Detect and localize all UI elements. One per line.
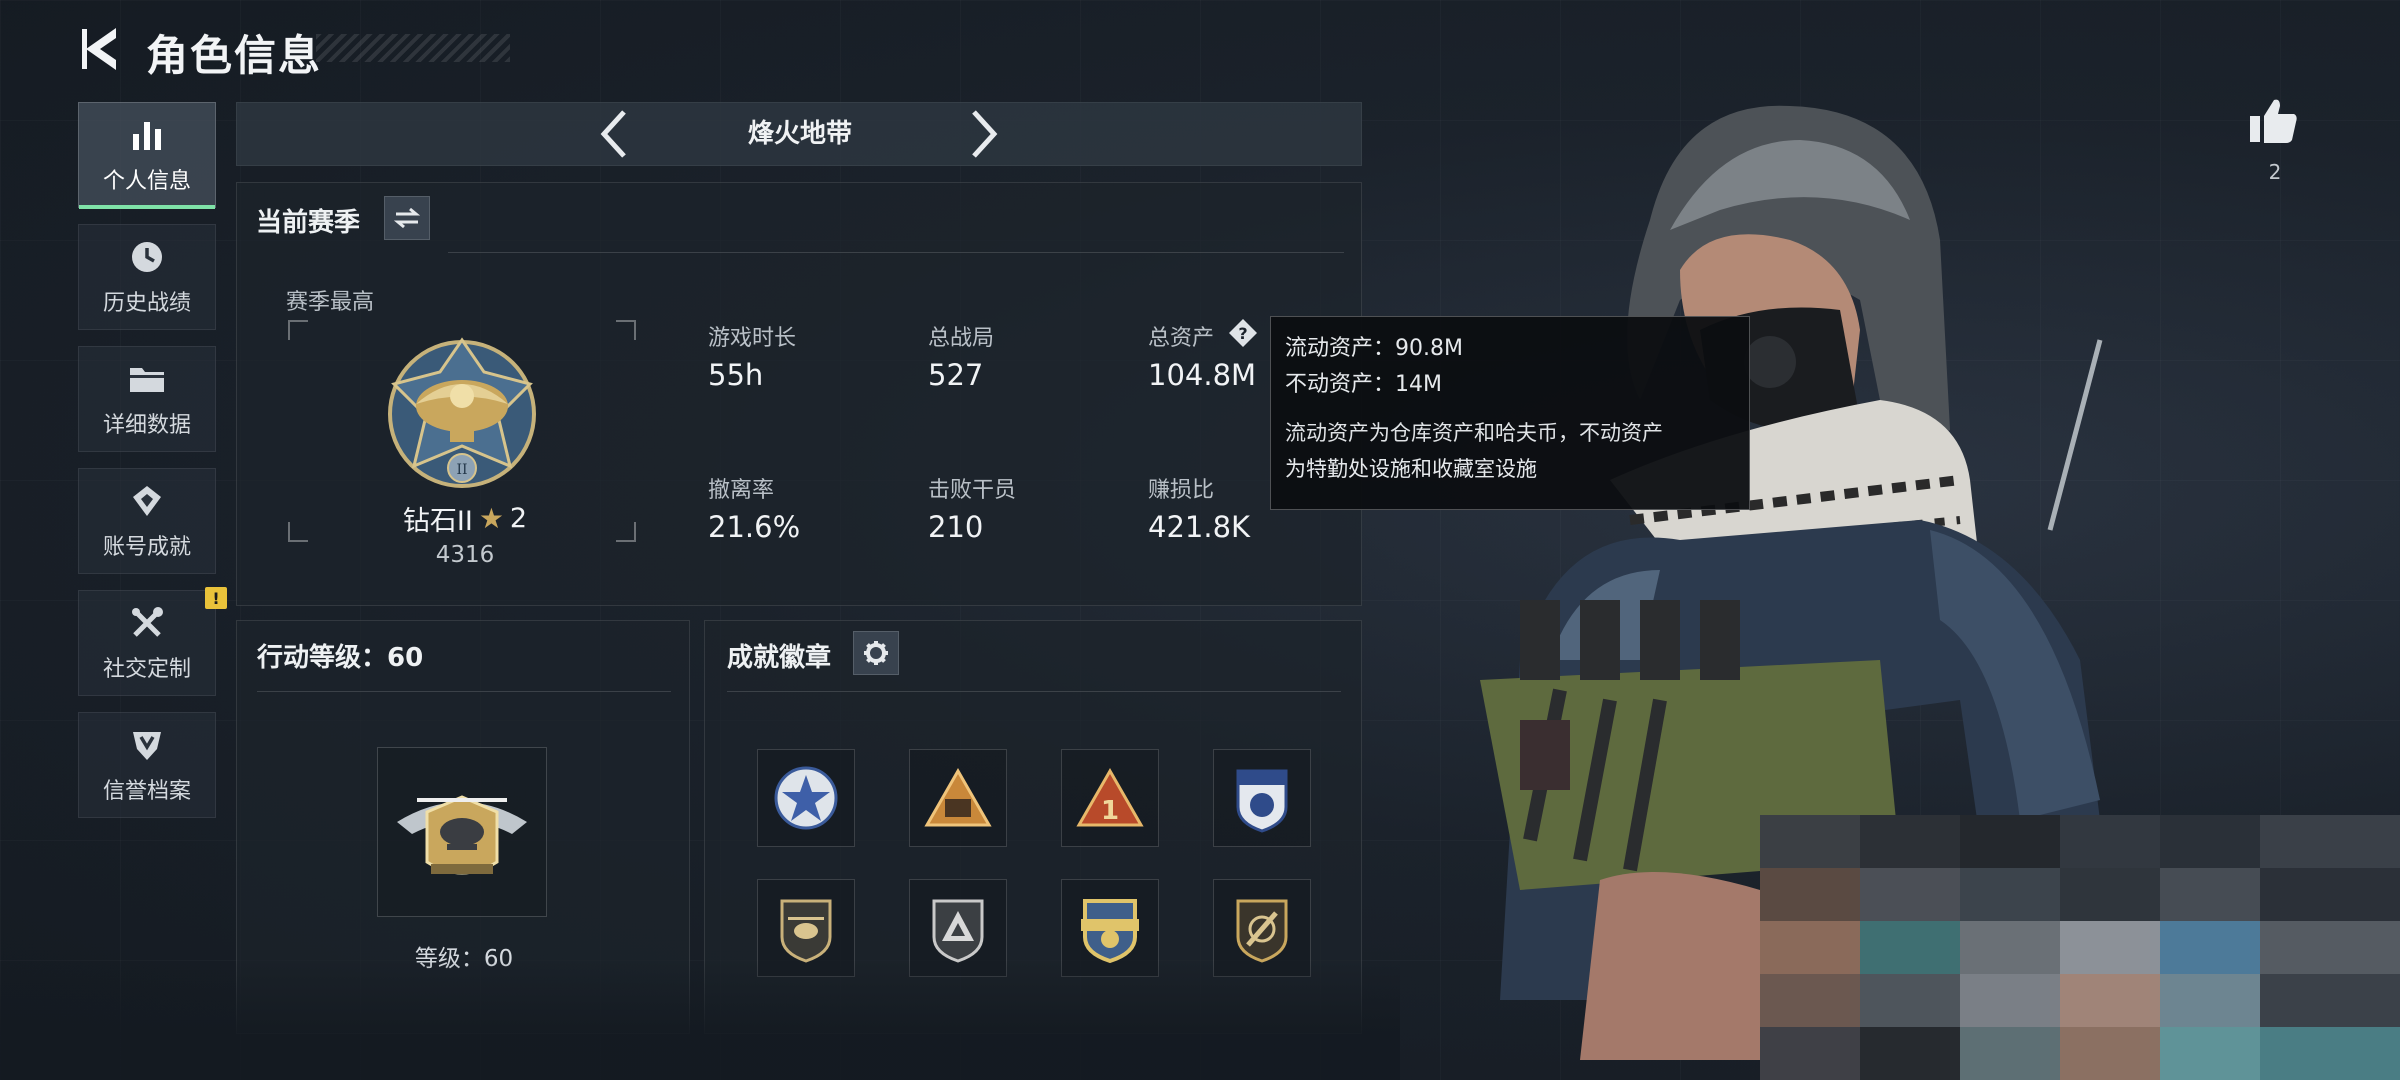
page-title: 角色信息 bbox=[146, 31, 323, 80]
mode-next-button[interactable] bbox=[962, 108, 1006, 160]
shield-icon bbox=[127, 725, 167, 765]
sidebar-item-history[interactable]: 历史战绩 bbox=[78, 224, 216, 330]
like-count: 2 bbox=[2268, 160, 2282, 184]
sidebar-item-achievements[interactable]: 账号成就 bbox=[78, 468, 216, 574]
back-button[interactable] bbox=[78, 24, 122, 74]
gear-icon bbox=[864, 641, 888, 665]
badge-slot[interactable] bbox=[757, 749, 855, 847]
sidebar-item-label: 个人信息 bbox=[102, 169, 191, 194]
like-button[interactable] bbox=[2248, 96, 2300, 146]
badges-settings-button[interactable] bbox=[853, 631, 899, 675]
tooltip-liquid-assets: 流动资产：90.8M bbox=[1285, 336, 1463, 361]
bottom-fade bbox=[0, 960, 1400, 1080]
assets-help-button[interactable]: ? bbox=[1228, 318, 1258, 348]
stat-label-kills: 击败干员 bbox=[928, 478, 1017, 503]
level-emblem-frame bbox=[377, 747, 547, 917]
mode-prev-button[interactable] bbox=[592, 108, 636, 160]
stat-value-playtime: 55h bbox=[708, 358, 764, 392]
stat-label-playtime: 游戏时长 bbox=[708, 326, 797, 351]
chevron-right-icon bbox=[972, 110, 998, 158]
police-badge-icon bbox=[1236, 769, 1288, 833]
swap-icon bbox=[394, 207, 420, 229]
stat-value-matches: 527 bbox=[928, 358, 984, 392]
svg-text:1: 1 bbox=[1101, 796, 1119, 826]
season-title: 当前赛季 bbox=[256, 208, 361, 238]
folder-icon bbox=[127, 359, 167, 399]
tooltip-description-line1: 流动资产为仓库资产和哈夫币，不动资产 bbox=[1285, 421, 1663, 445]
rank-line: 钻石II ★ 2 bbox=[390, 500, 540, 537]
number-one-badge-icon: 1 bbox=[1076, 767, 1144, 827]
frame-corner bbox=[288, 522, 308, 542]
frame-corner bbox=[616, 320, 636, 340]
title-decoration bbox=[316, 34, 510, 62]
stat-value-kills: 210 bbox=[928, 510, 984, 544]
sidebar-item-label: 历史战绩 bbox=[102, 291, 191, 316]
shield-emblem-icon bbox=[1081, 899, 1139, 963]
squad-badge-icon bbox=[924, 767, 992, 827]
knife-badge-icon bbox=[1236, 899, 1288, 963]
tooltip-fixed-assets: 不动资产：14M bbox=[1285, 372, 1442, 397]
helicopter-badge-icon bbox=[780, 899, 832, 963]
sidebar-item-label: 详细数据 bbox=[102, 413, 191, 438]
tools-icon bbox=[127, 603, 167, 643]
chevron-left-icon bbox=[600, 110, 626, 158]
svg-text:?: ? bbox=[1238, 324, 1247, 343]
frame-corner bbox=[616, 522, 636, 542]
frame-corner bbox=[288, 320, 308, 340]
badge-slot[interactable] bbox=[1213, 749, 1311, 847]
badge-slot[interactable]: 1 bbox=[1061, 749, 1159, 847]
rank-points: 4316 bbox=[435, 542, 495, 568]
sidebar-item-reputation[interactable]: 信誉档案 bbox=[78, 712, 216, 818]
sidebar-item-profile[interactable]: 个人信息 bbox=[78, 102, 216, 209]
back-arrow-icon bbox=[82, 28, 116, 70]
rank-name: 钻石II bbox=[402, 505, 473, 537]
assets-tooltip: 流动资产：90.8M 不动资产：14M 流动资产为仓库资产和哈夫币，不动资产 为… bbox=[1270, 316, 1750, 510]
stat-value-profit-ratio: 421.8K bbox=[1148, 510, 1251, 544]
medal-icon bbox=[127, 481, 167, 521]
pixelated-area bbox=[1760, 815, 2400, 1080]
badges-title: 成就徽章 bbox=[727, 643, 832, 673]
tooltip-description-line2: 为特勤处设施和收藏室设施 bbox=[1285, 457, 1537, 481]
svg-text:II: II bbox=[456, 462, 467, 478]
notification-badge: ! bbox=[205, 587, 227, 609]
season-switch-button[interactable] bbox=[384, 196, 430, 240]
sidebar-item-label: 账号成就 bbox=[102, 535, 191, 560]
helicopter-emblem-icon bbox=[397, 795, 527, 875]
level-title: 行动等级：60 bbox=[257, 643, 424, 673]
stat-label-extract-rate: 撤离率 bbox=[708, 478, 775, 503]
rank-emblem-icon: II bbox=[380, 334, 544, 494]
divider bbox=[257, 691, 671, 692]
sidebar-item-social[interactable]: 社交定制 ! bbox=[78, 587, 227, 696]
stat-value-extract-rate: 21.6% bbox=[708, 510, 801, 544]
season-best-label: 赛季最高 bbox=[286, 290, 375, 315]
mode-name: 烽火地带 bbox=[747, 119, 852, 149]
triangle-badge-icon bbox=[932, 899, 984, 963]
sidebar-item-label: 社交定制 bbox=[102, 657, 191, 682]
divider bbox=[448, 252, 1344, 253]
stat-value-assets: 104.8M bbox=[1148, 358, 1257, 392]
divider bbox=[727, 691, 1341, 692]
stat-label-assets: 总资产 bbox=[1148, 326, 1215, 351]
star-icon: ★ bbox=[478, 501, 504, 535]
thumbs-up-icon bbox=[2250, 99, 2297, 143]
clock-icon bbox=[127, 237, 167, 277]
question-icon: ? bbox=[1229, 319, 1257, 347]
sidebar-item-label: 信誉档案 bbox=[102, 779, 191, 804]
stat-label-profit-ratio: 赚损比 bbox=[1148, 478, 1215, 503]
rank-stars: 2 bbox=[509, 502, 528, 534]
sidebar-item-details[interactable]: 详细数据 bbox=[78, 346, 216, 452]
badge-slot[interactable] bbox=[909, 749, 1007, 847]
stat-label-matches: 总战局 bbox=[928, 326, 995, 351]
bar-chart-icon bbox=[127, 115, 167, 155]
star-badge-icon bbox=[774, 766, 838, 830]
